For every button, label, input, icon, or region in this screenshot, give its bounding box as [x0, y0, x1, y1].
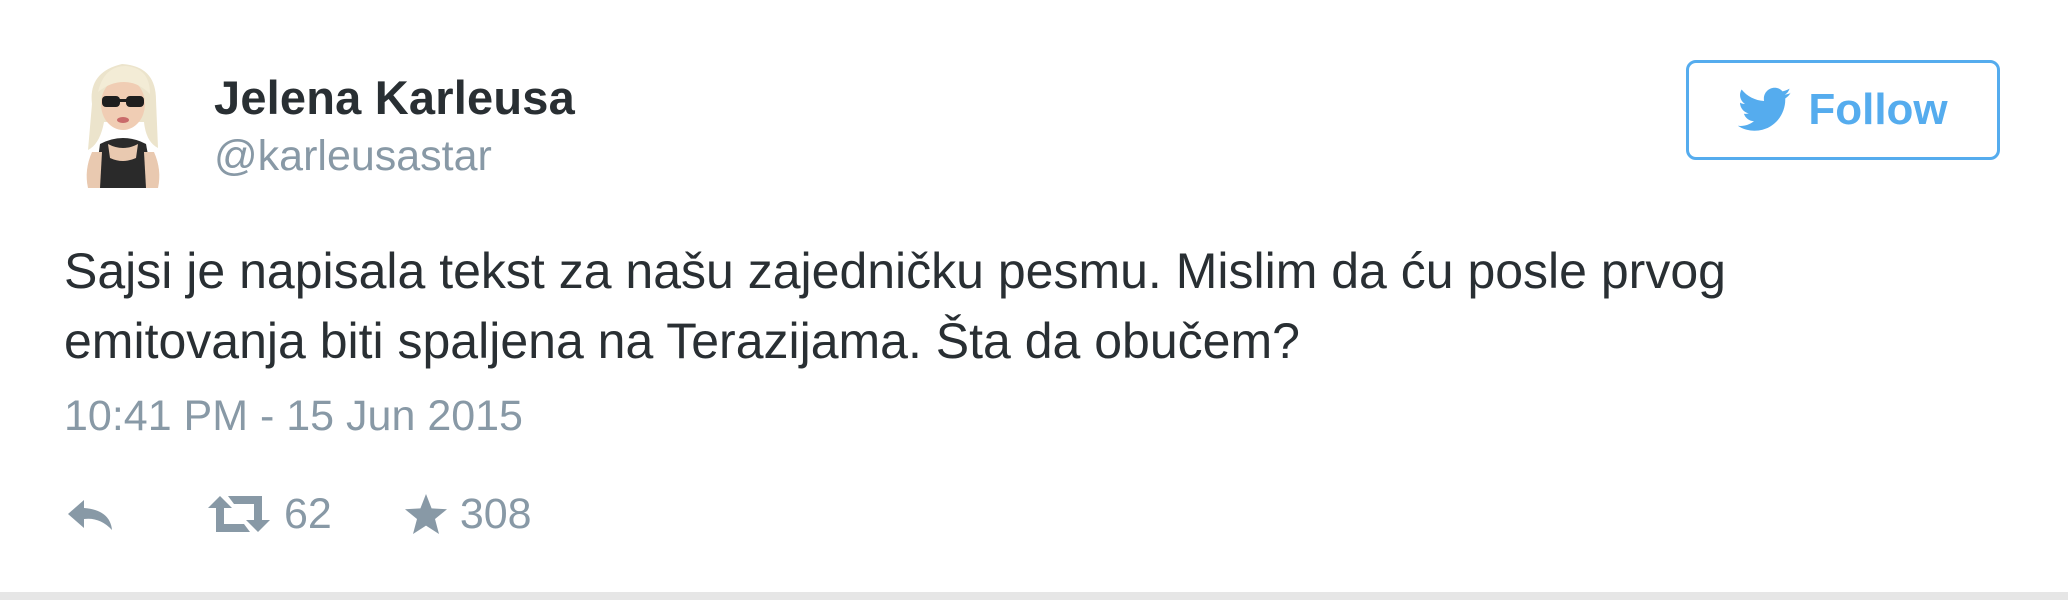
favorite-count: 308	[459, 489, 532, 538]
follow-button[interactable]: Follow	[1686, 60, 2000, 160]
retweet-count: 62	[284, 489, 332, 538]
twitter-bird-icon	[1738, 87, 1792, 131]
tweet-actions: 62 308	[64, 484, 532, 544]
avatar[interactable]	[64, 52, 182, 188]
reply-icon	[68, 500, 112, 530]
follow-label: Follow	[1808, 85, 1948, 134]
user-display-name[interactable]: Jelena Karleusa	[214, 70, 575, 125]
tweet-text-line: Sajsi je napisala tekst za našu zajednič…	[64, 243, 1726, 299]
tweet-timestamp[interactable]: 10:41 PM - 15 Jun 2015	[64, 392, 523, 441]
tweet-card: Jelena Karleusa @karleusastar Follow Saj…	[0, 0, 2068, 600]
user-handle[interactable]: @karleusastar	[214, 132, 492, 181]
bottom-divider	[0, 592, 2068, 600]
retweet-icon	[208, 496, 270, 532]
favorite-button[interactable]: 308	[404, 490, 532, 539]
tweet-text: Sajsi je napisala tekst za našu zajednič…	[64, 236, 1964, 376]
retweet-button[interactable]: 62	[206, 490, 332, 539]
star-icon	[404, 494, 447, 534]
profile-avatar-icon	[64, 52, 182, 188]
reply-button[interactable]	[64, 494, 118, 534]
tweet-text-line: emitovanja biti spaljena na Terazijama. …	[64, 313, 1300, 369]
